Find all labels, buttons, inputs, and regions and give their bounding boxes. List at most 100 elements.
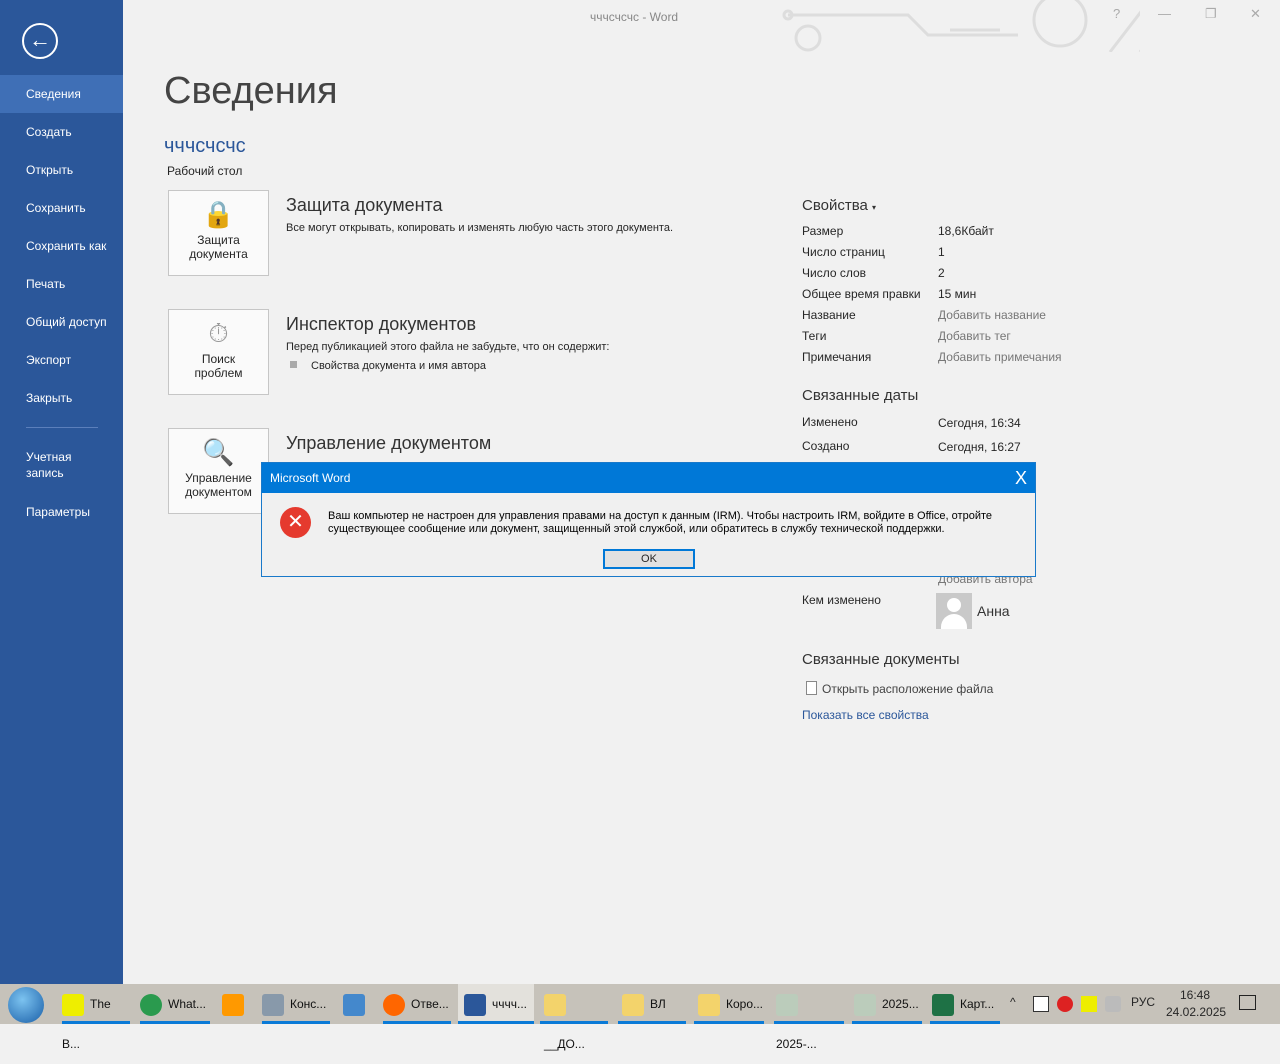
prop-value: Сегодня, 16:27	[938, 440, 1021, 454]
nav-new[interactable]: Создать	[0, 113, 123, 151]
prop-label: Создано	[802, 439, 850, 453]
clock-time[interactable]: 16:48	[1180, 988, 1210, 1002]
close-window-button[interactable]: ✕	[1250, 6, 1261, 22]
prop-value: 2	[938, 266, 945, 280]
prop-label: Название	[802, 308, 856, 322]
network-icon[interactable]	[1105, 996, 1121, 1012]
taskbar-item[interactable]: ВЛ	[618, 984, 686, 1024]
taskbar-item[interactable]	[343, 984, 373, 1024]
properties-header[interactable]: Свойства ▾	[802, 197, 876, 214]
backstage-sidebar: ← Сведения Создать Открыть Сохранить Сох…	[0, 0, 123, 984]
prop-value: Сегодня, 16:34	[938, 416, 1021, 430]
dates-header: Связанные даты	[802, 387, 919, 404]
prop-label: Общее время правки	[802, 287, 921, 301]
taskbar-item[interactable]: Карт...	[930, 984, 1000, 1024]
bullet-icon	[290, 361, 297, 368]
open-file-location-link[interactable]: Открыть расположение файла	[806, 681, 993, 696]
taskbar-item[interactable]: Конс...	[262, 984, 330, 1024]
start-button[interactable]	[8, 987, 44, 1023]
comments-input[interactable]: Добавить примечания	[938, 350, 1062, 364]
page-title: Сведения	[164, 70, 338, 112]
taskbar-item[interactable]: The B...	[62, 984, 130, 1051]
prop-value: 15 мин	[938, 287, 977, 301]
document-name: чччсчсчс	[164, 135, 246, 157]
protect-document-button[interactable]: 🔒 Защита документа	[168, 190, 269, 276]
inspect-icon: ⏱	[208, 318, 229, 348]
taskbar-item[interactable]: Коро...	[694, 984, 764, 1024]
app-icon	[262, 993, 284, 1016]
lock-key-icon: 🔒	[202, 199, 235, 229]
snipping-tool-icon	[343, 993, 365, 1016]
excel-icon	[932, 993, 954, 1016]
error-dialog: Microsoft Word X ✕ Ваш компьютер не наст…	[261, 462, 1036, 577]
document-location: Рабочий стол	[167, 164, 243, 178]
check-issues-button[interactable]: ⏱ Поиск проблем	[168, 309, 269, 395]
folder-icon	[622, 993, 644, 1016]
nav-open[interactable]: Открыть	[0, 151, 123, 189]
taskbar-item[interactable]: __ДО...	[540, 984, 608, 1051]
nav-info[interactable]: Сведения	[0, 75, 123, 113]
section-title: Защита документа	[286, 195, 443, 215]
modified-by-name: Анна	[977, 603, 1010, 619]
prop-label: Теги	[802, 329, 827, 343]
show-hidden-icons-button[interactable]: ^	[1010, 995, 1016, 1009]
word-icon	[464, 993, 486, 1016]
prop-label: Изменено	[802, 415, 858, 429]
file-icon	[806, 681, 817, 695]
section-title: Управление документом	[286, 433, 492, 453]
prop-value: 1	[938, 245, 945, 259]
error-icon: ✕	[280, 507, 311, 538]
folder-icon	[698, 993, 720, 1016]
tags-input[interactable]: Добавить тег	[938, 329, 1011, 343]
section-title: Инспектор документов	[286, 314, 477, 334]
show-all-properties-link[interactable]: Показать все свойства	[802, 708, 929, 722]
manage-document-icon: 🔍	[202, 437, 235, 467]
dialog-close-button[interactable]: X	[1015, 463, 1027, 493]
taskbar-item[interactable]	[222, 984, 252, 1024]
nav-share[interactable]: Общий доступ	[0, 303, 123, 341]
nav-save[interactable]: Сохранить	[0, 189, 123, 227]
nav-save-as[interactable]: Сохранить как	[0, 227, 123, 265]
defender-icon[interactable]	[1033, 996, 1049, 1012]
nav-print[interactable]: Печать	[0, 265, 123, 303]
help-button[interactable]: ?	[1113, 6, 1120, 21]
notifications-icon[interactable]	[1239, 995, 1256, 1010]
firefox-icon	[383, 993, 405, 1016]
nav-options[interactable]: Параметры	[0, 493, 123, 531]
taskbar-item-word[interactable]: чччч...	[458, 984, 534, 1024]
decorative-circuit-pattern	[782, 0, 1140, 52]
section-desc: Все могут открывать, копировать и изменя…	[286, 222, 674, 234]
prop-label: Кем изменено	[802, 593, 881, 607]
manage-document-button[interactable]: 🔍 Управление документом	[168, 428, 269, 514]
ok-button[interactable]: OK	[603, 549, 695, 569]
prop-label: Примечания	[802, 350, 872, 364]
prop-label: Число слов	[802, 266, 867, 280]
related-docs-header: Связанные документы	[802, 651, 960, 668]
prop-label: Число страниц	[802, 245, 885, 259]
nav-account[interactable]: Учетная запись	[0, 449, 100, 483]
bullet-item: Свойства документа и имя автора	[286, 360, 486, 372]
photo-viewer-icon	[776, 993, 798, 1016]
back-button[interactable]: ←	[22, 23, 58, 59]
title-input[interactable]: Добавить название	[938, 308, 1046, 322]
taskbar: The B... What... Конс... Отве... чччч...…	[0, 984, 1280, 1051]
divider	[26, 427, 98, 428]
nav-close[interactable]: Закрыть	[0, 379, 123, 417]
clock-date[interactable]: 24.02.2025	[1166, 1005, 1226, 1019]
dialog-message: Ваш компьютер не настроен для управления…	[328, 510, 992, 535]
photo-viewer-icon	[854, 993, 876, 1016]
taskbar-item[interactable]: 2025-...	[774, 984, 844, 1051]
avatar	[936, 593, 972, 629]
taskbar-item[interactable]: 2025...	[852, 984, 922, 1024]
whatsapp-icon	[140, 993, 162, 1016]
notes-icon[interactable]	[1081, 996, 1097, 1012]
mega-icon[interactable]	[1057, 996, 1073, 1012]
language-indicator[interactable]: РУС	[1131, 995, 1155, 1009]
restore-button[interactable]: ❐	[1205, 6, 1217, 22]
minimize-button[interactable]: —	[1158, 6, 1171, 21]
folder-icon	[544, 993, 566, 1016]
taskbar-item[interactable]: What...	[140, 984, 210, 1024]
nav-export[interactable]: Экспорт	[0, 341, 123, 379]
app-icon	[222, 993, 244, 1016]
taskbar-item[interactable]: Отве...	[383, 984, 451, 1024]
